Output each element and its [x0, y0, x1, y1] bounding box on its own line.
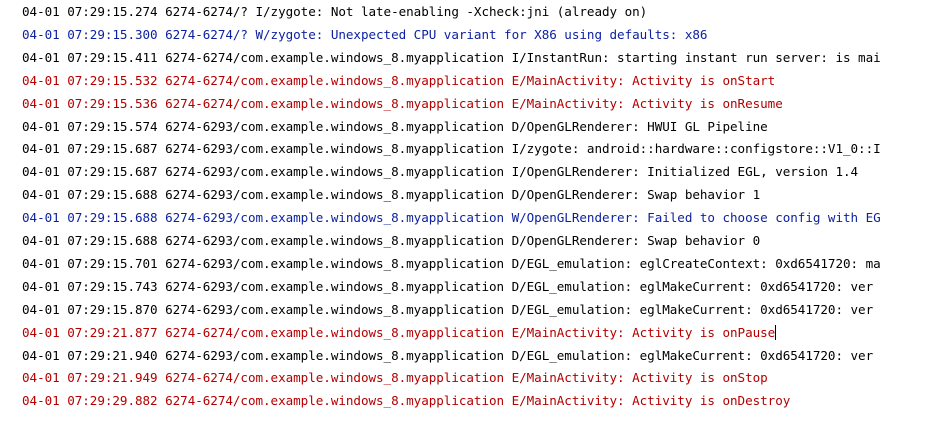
- log-line-text: 04-01 07:29:15.532 6274-6274/com.example…: [22, 72, 776, 88]
- log-line[interactable]: 04-01 07:29:15.687 6274-6293/com.example…: [22, 160, 858, 183]
- log-line-text: 04-01 07:29:15.687 6274-6293/com.example…: [22, 141, 881, 157]
- log-line-text: 04-01 07:29:15.688 6274-6293/com.example…: [22, 187, 761, 203]
- log-line[interactable]: 04-01 07:29:15.536 6274-6274/com.example…: [22, 92, 783, 115]
- logcat-output-panel[interactable]: 04-01 07:29:15.274 6274-6274/? I/zygote:…: [0, 0, 932, 423]
- log-line-text: 04-01 07:29:15.870 6274-6293/com.example…: [22, 301, 874, 317]
- log-line[interactable]: 04-01 07:29:21.940 6274-6293/com.example…: [22, 344, 873, 367]
- text-cursor: [775, 324, 777, 340]
- log-line[interactable]: 04-01 07:29:15.274 6274-6274/? I/zygote:…: [22, 0, 647, 23]
- log-line[interactable]: 04-01 07:29:15.688 6274-6293/com.example…: [22, 206, 881, 229]
- log-line[interactable]: 04-01 07:29:15.743 6274-6293/com.example…: [22, 275, 873, 298]
- log-line-text: 04-01 07:29:15.274 6274-6274/? I/zygote:…: [22, 4, 648, 19]
- log-line-text: 04-01 07:29:15.743 6274-6293/com.example…: [22, 278, 874, 294]
- log-line-text: 04-01 07:29:15.688 6274-6293/com.example…: [22, 210, 881, 226]
- log-line[interactable]: 04-01 07:29:15.300 6274-6274/? W/zygote:…: [22, 23, 707, 46]
- log-line[interactable]: 04-01 07:29:21.949 6274-6274/com.example…: [22, 366, 768, 389]
- log-line-text: 04-01 07:29:21.877 6274-6274/com.example…: [22, 324, 776, 340]
- log-line[interactable]: 04-01 07:29:15.688 6274-6293/com.example…: [22, 229, 760, 252]
- log-line[interactable]: 04-01 07:29:15.688 6274-6293/com.example…: [22, 183, 760, 206]
- log-line-text: 04-01 07:29:21.949 6274-6274/com.example…: [22, 370, 768, 386]
- log-line-text: 04-01 07:29:15.687 6274-6293/com.example…: [22, 164, 859, 180]
- log-line[interactable]: 04-01 07:29:29.882 6274-6274/com.example…: [22, 389, 790, 412]
- log-line[interactable]: 04-01 07:29:15.574 6274-6293/com.example…: [22, 115, 768, 138]
- log-line-text: 04-01 07:29:21.940 6274-6293/com.example…: [22, 347, 874, 363]
- log-line-text: 04-01 07:29:15.574 6274-6293/com.example…: [22, 118, 768, 134]
- log-line[interactable]: 04-01 07:29:15.870 6274-6293/com.example…: [22, 298, 873, 321]
- log-line[interactable]: 04-01 07:29:21.877 6274-6274/com.example…: [22, 321, 777, 344]
- log-line-text: 04-01 07:29:29.882 6274-6274/com.example…: [22, 393, 791, 409]
- log-line-text: 04-01 07:29:15.300 6274-6274/? W/zygote:…: [22, 26, 708, 42]
- log-line[interactable]: 04-01 07:29:15.701 6274-6293/com.example…: [22, 252, 881, 275]
- log-line[interactable]: 04-01 07:29:15.411 6274-6274/com.example…: [22, 46, 881, 69]
- log-line-text: 04-01 07:29:15.688 6274-6293/com.example…: [22, 233, 761, 248]
- log-line-text: 04-01 07:29:15.701 6274-6293/com.example…: [22, 255, 881, 271]
- log-line-text: 04-01 07:29:15.411 6274-6274/com.example…: [22, 49, 881, 65]
- log-line[interactable]: 04-01 07:29:15.532 6274-6274/com.example…: [22, 69, 775, 92]
- log-line[interactable]: 04-01 07:29:15.687 6274-6293/com.example…: [22, 137, 881, 160]
- log-line-text: 04-01 07:29:15.536 6274-6274/com.example…: [22, 95, 783, 111]
